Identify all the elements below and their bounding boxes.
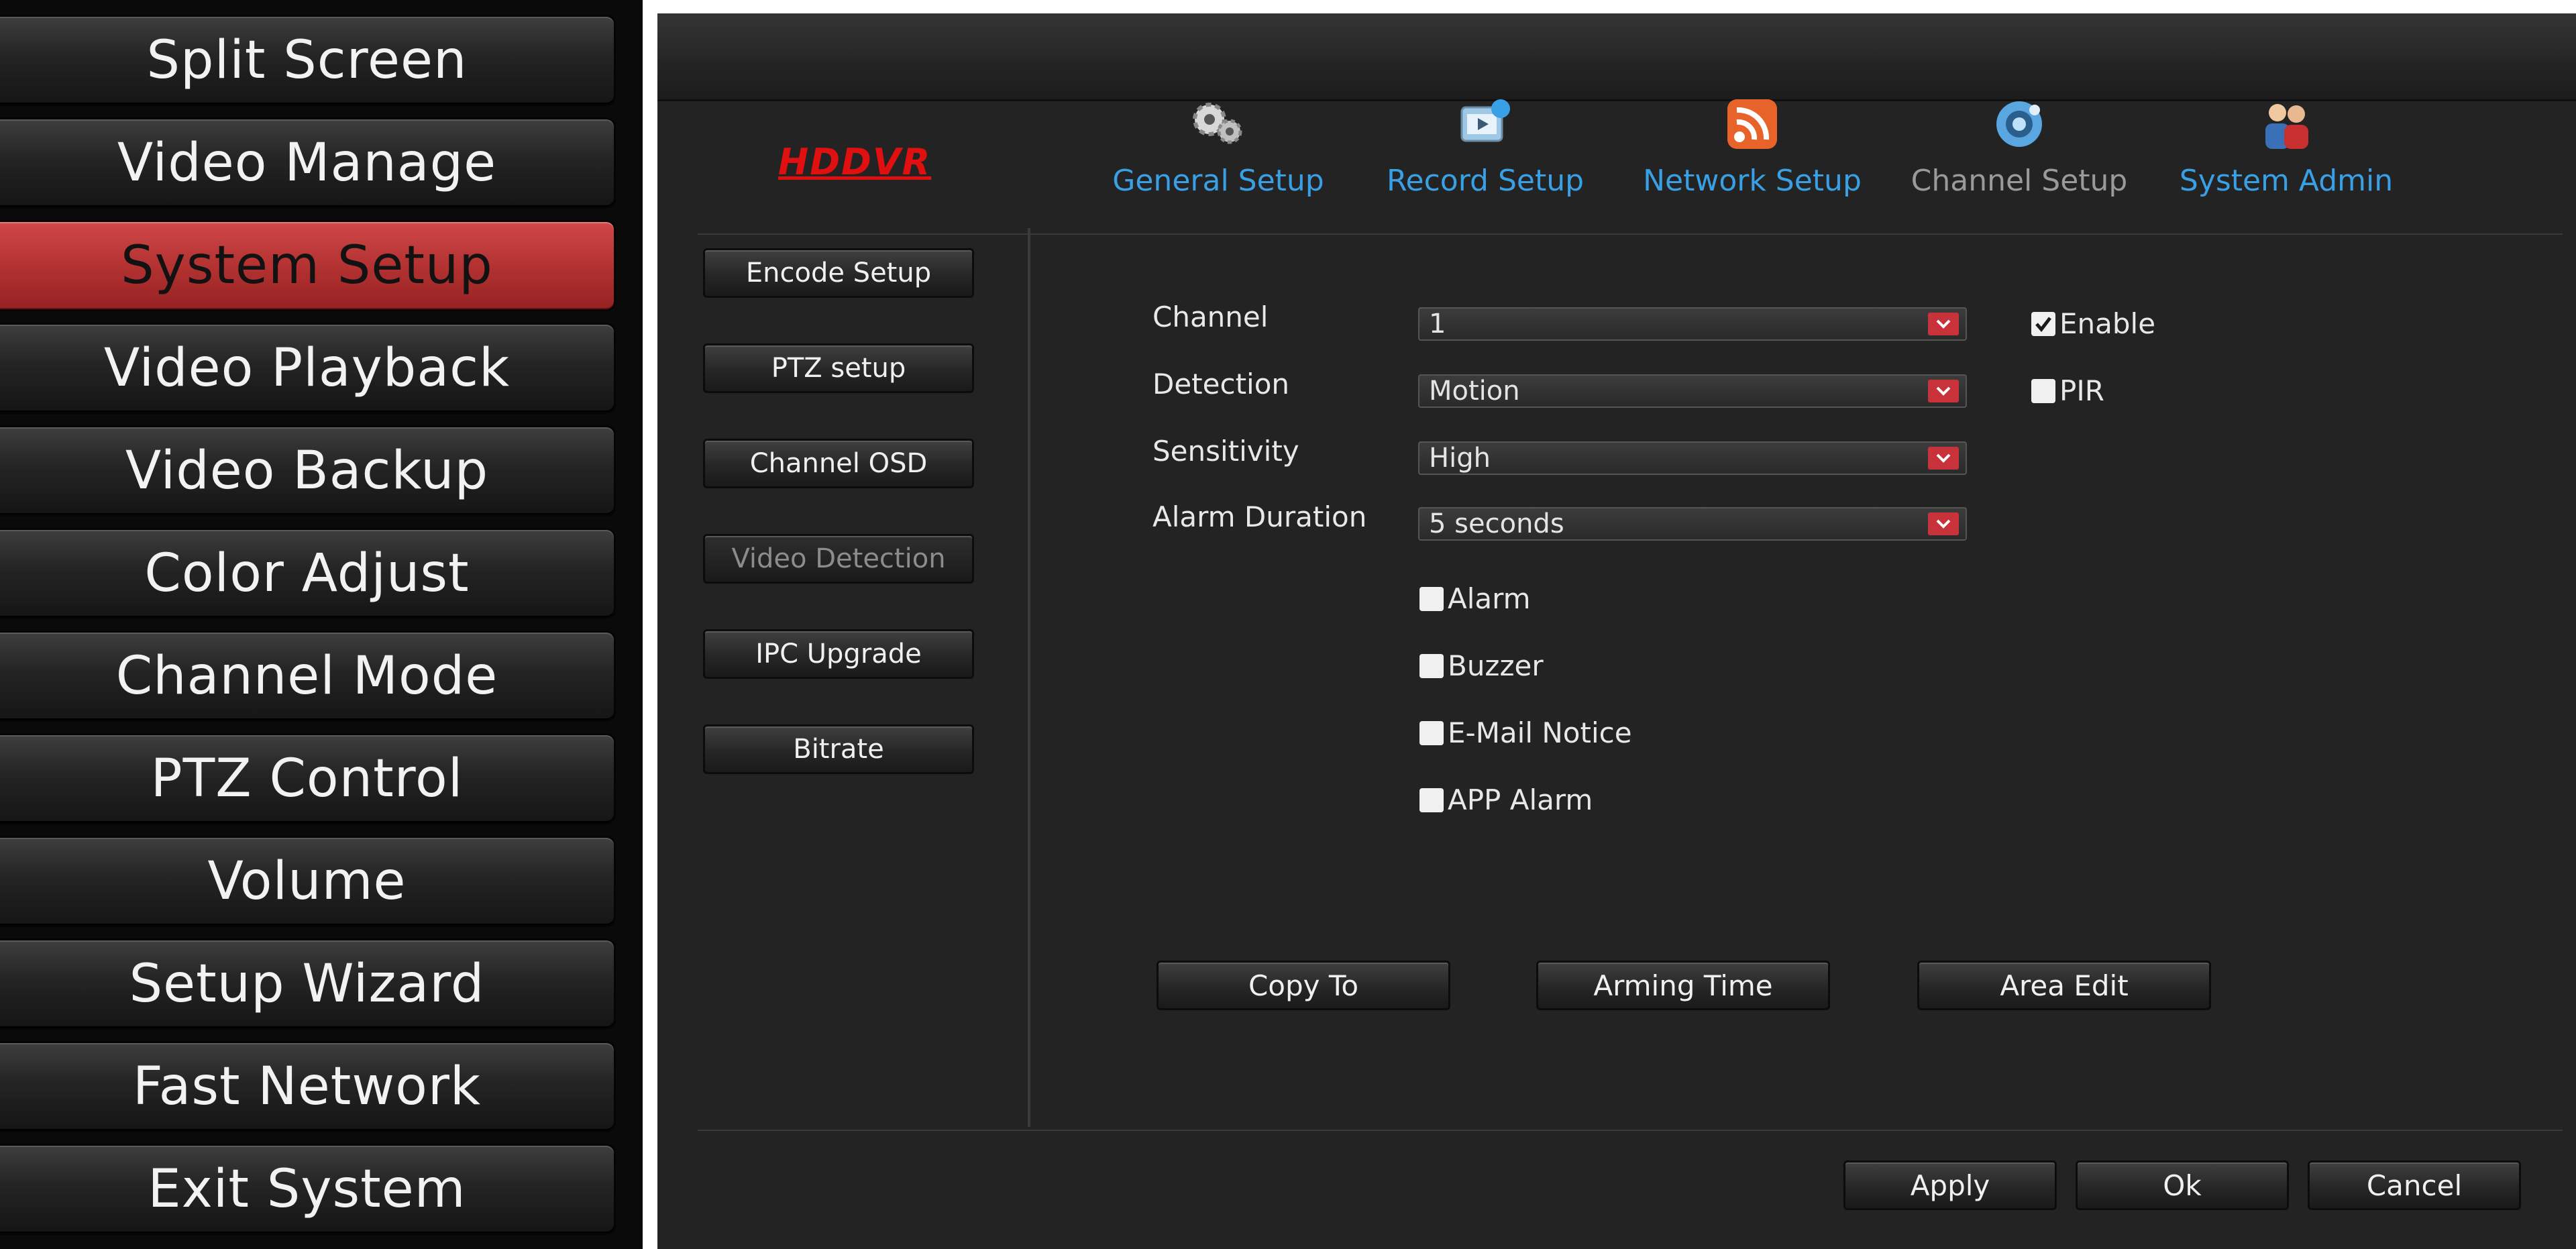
menu-item-video-backup[interactable]: Video Backup bbox=[0, 425, 616, 517]
users-icon bbox=[2265, 104, 2308, 149]
subnav-channel-osd[interactable]: Channel OSD bbox=[703, 439, 974, 488]
pir-checkbox[interactable]: PIR bbox=[2031, 374, 2104, 407]
checkbox-icon bbox=[1419, 788, 1444, 812]
menu-item-video-playback[interactable]: Video Playback bbox=[0, 323, 616, 414]
pir-label: PIR bbox=[2059, 374, 2104, 407]
tab-label: System Admin bbox=[2179, 164, 2394, 198]
subnav-encode-setup[interactable]: Encode Setup bbox=[703, 248, 974, 298]
chevron-down-icon bbox=[1928, 380, 1959, 402]
detection-label: Detection bbox=[1152, 368, 1290, 400]
alarm-duration-label: Alarm Duration bbox=[1152, 500, 1367, 533]
enable-checkbox[interactable]: Enable bbox=[2031, 307, 2155, 340]
menu-item-split-screen[interactable]: Split Screen bbox=[0, 15, 616, 106]
film-icon bbox=[1460, 99, 1510, 142]
tab-record-setup[interactable]: Record Setup bbox=[1351, 94, 1619, 228]
title-bar bbox=[657, 13, 2576, 101]
camera-icon bbox=[1996, 101, 2042, 147]
menu-item-setup-wizard[interactable]: Setup Wizard bbox=[0, 938, 616, 1030]
sensitivity-value: High bbox=[1429, 443, 1491, 474]
buzzer-label: Buzzer bbox=[1448, 649, 1544, 682]
enable-label: Enable bbox=[2059, 307, 2156, 340]
menu-item-ptz-control[interactable]: PTZ Control bbox=[0, 733, 616, 824]
menu-item-exit-system[interactable]: Exit System bbox=[0, 1144, 616, 1235]
email-notice-label: E-Mail Notice bbox=[1448, 716, 1632, 749]
checkbox-icon bbox=[2031, 378, 2055, 403]
menu-item-video-manage[interactable]: Video Manage bbox=[0, 117, 616, 209]
apply-button[interactable]: Apply bbox=[1843, 1160, 2057, 1210]
tab-system-admin[interactable]: System Admin bbox=[2152, 94, 2420, 228]
sensitivity-label: Sensitivity bbox=[1152, 435, 1299, 468]
checkbox-icon bbox=[1419, 586, 1444, 611]
area-edit-button[interactable]: Area Edit bbox=[1917, 961, 2211, 1010]
subnav-ipc-upgrade[interactable]: IPC Upgrade bbox=[703, 629, 974, 679]
alarm-checkbox[interactable]: Alarm bbox=[1419, 582, 1531, 615]
wifi-icon bbox=[1727, 99, 1777, 149]
detection-select[interactable]: Motion bbox=[1418, 374, 1967, 408]
menu-item-channel-mode[interactable]: Channel Mode bbox=[0, 631, 616, 722]
channel-select[interactable]: 1 bbox=[1418, 307, 1967, 341]
menu-item-volume[interactable]: Volume bbox=[0, 836, 616, 927]
app-alarm-checkbox[interactable]: APP Alarm bbox=[1419, 783, 1593, 816]
tab-label: Network Setup bbox=[1643, 164, 1862, 198]
chevron-down-icon bbox=[1928, 313, 1959, 335]
buzzer-checkbox[interactable]: Buzzer bbox=[1419, 649, 1544, 682]
setup-panel: HDDVR General Setup Record Setup Network… bbox=[657, 13, 2576, 1249]
cancel-button[interactable]: Cancel bbox=[2308, 1160, 2521, 1210]
app-alarm-label: APP Alarm bbox=[1448, 783, 1593, 816]
tab-label: General Setup bbox=[1112, 164, 1324, 198]
chevron-down-icon bbox=[1928, 512, 1959, 535]
subnav-bitrate[interactable]: Bitrate bbox=[703, 724, 974, 774]
chevron-down-icon bbox=[1928, 447, 1959, 470]
subnav-video-detection[interactable]: Video Detection bbox=[703, 534, 974, 584]
brand-logo: HDDVR bbox=[778, 141, 932, 183]
channel-value: 1 bbox=[1429, 309, 1446, 339]
subnav-divider bbox=[1028, 228, 1030, 1127]
alarm-duration-select[interactable]: 5 seconds bbox=[1418, 507, 1967, 541]
alarm-duration-value: 5 seconds bbox=[1429, 508, 1564, 539]
tab-network-setup[interactable]: Network Setup bbox=[1618, 94, 1886, 228]
menu-item-color-adjust[interactable]: Color Adjust bbox=[0, 528, 616, 619]
main-menu: Split Screen Video Manage System Setup V… bbox=[0, 0, 643, 1249]
subnav-ptz-setup[interactable]: PTZ setup bbox=[703, 343, 974, 393]
tab-general-setup[interactable]: General Setup bbox=[1084, 94, 1352, 228]
checkbox-icon bbox=[1419, 720, 1444, 745]
detection-value: Motion bbox=[1429, 376, 1520, 406]
ok-button[interactable]: Ok bbox=[2076, 1160, 2289, 1210]
arming-time-button[interactable]: Arming Time bbox=[1536, 961, 1830, 1010]
channel-label: Channel bbox=[1152, 301, 1269, 333]
tab-divider bbox=[698, 233, 2563, 235]
sensitivity-select[interactable]: High bbox=[1418, 441, 1967, 475]
checkmark-icon bbox=[2031, 311, 2055, 336]
alarm-label: Alarm bbox=[1448, 582, 1531, 615]
email-notice-checkbox[interactable]: E-Mail Notice bbox=[1419, 716, 1632, 749]
gears-icon bbox=[1193, 103, 1242, 144]
tab-label: Record Setup bbox=[1386, 164, 1585, 198]
footer-divider bbox=[698, 1130, 2563, 1131]
tab-channel-setup[interactable]: Channel Setup bbox=[1885, 94, 2153, 228]
copy-to-button[interactable]: Copy To bbox=[1157, 961, 1450, 1010]
tab-label: Channel Setup bbox=[1911, 164, 2128, 198]
menu-item-system-setup[interactable]: System Setup bbox=[0, 220, 616, 311]
menu-item-fast-network[interactable]: Fast Network bbox=[0, 1041, 616, 1132]
checkbox-icon bbox=[1419, 653, 1444, 678]
